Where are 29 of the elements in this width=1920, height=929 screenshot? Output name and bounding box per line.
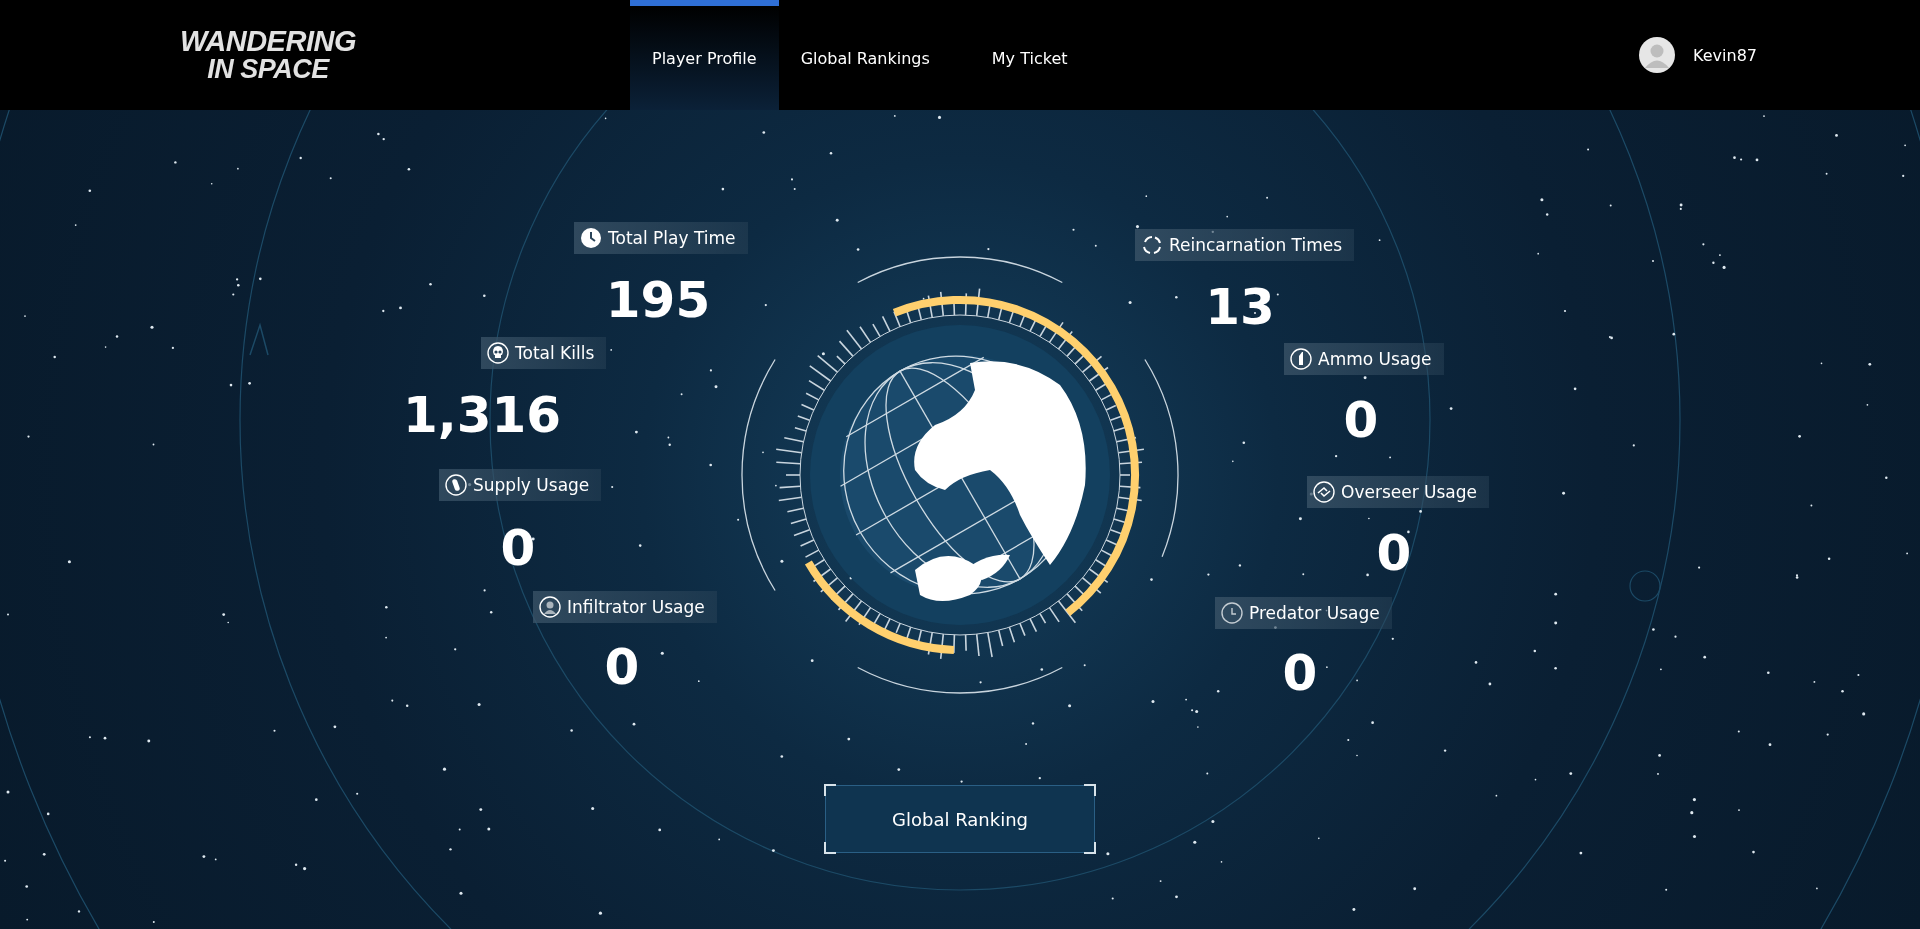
stat-label-text: Overseer Usage [1341, 482, 1478, 502]
clock-icon [580, 227, 602, 249]
avatar-icon[interactable] [1639, 37, 1676, 73]
stat-value: 195 [605, 271, 711, 329]
nav-tab[interactable]: Player Profile [630, 0, 779, 110]
skull-icon [487, 342, 509, 364]
logo[interactable]: WANDERING IN SPACE [158, 27, 378, 83]
global-ranking-button[interactable]: Global Ranking [825, 785, 1095, 853]
stat-value: 1,316 [402, 386, 562, 444]
nav-tab[interactable]: Global Rankings [778, 0, 952, 110]
stat-value: 0 [604, 638, 640, 696]
stat-value: 0 [500, 519, 536, 577]
stat-value: 0 [1282, 644, 1318, 702]
username[interactable]: Kevin87 [1693, 45, 1757, 65]
stat-label-text: Total Play Time [608, 228, 736, 248]
stat-value: 0 [1343, 391, 1379, 449]
person-icon [539, 596, 561, 618]
nav-tab[interactable]: My Ticket [969, 0, 1090, 110]
stat-label-text: Reincarnation Times [1169, 235, 1343, 255]
clock-icon [1221, 602, 1243, 624]
stat-label-text: Infiltrator Usage [567, 597, 705, 617]
stat-label-text: Predator Usage [1249, 603, 1380, 623]
stat-value: 13 [1205, 278, 1275, 336]
bullet-icon [1290, 348, 1312, 370]
stat-label-text: Total Kills [515, 343, 595, 363]
stat-label-text: Supply Usage [473, 475, 590, 495]
capsule-icon [445, 474, 467, 496]
stat-label-text: Ammo Usage [1318, 349, 1432, 369]
stat-value: 0 [1376, 524, 1412, 582]
